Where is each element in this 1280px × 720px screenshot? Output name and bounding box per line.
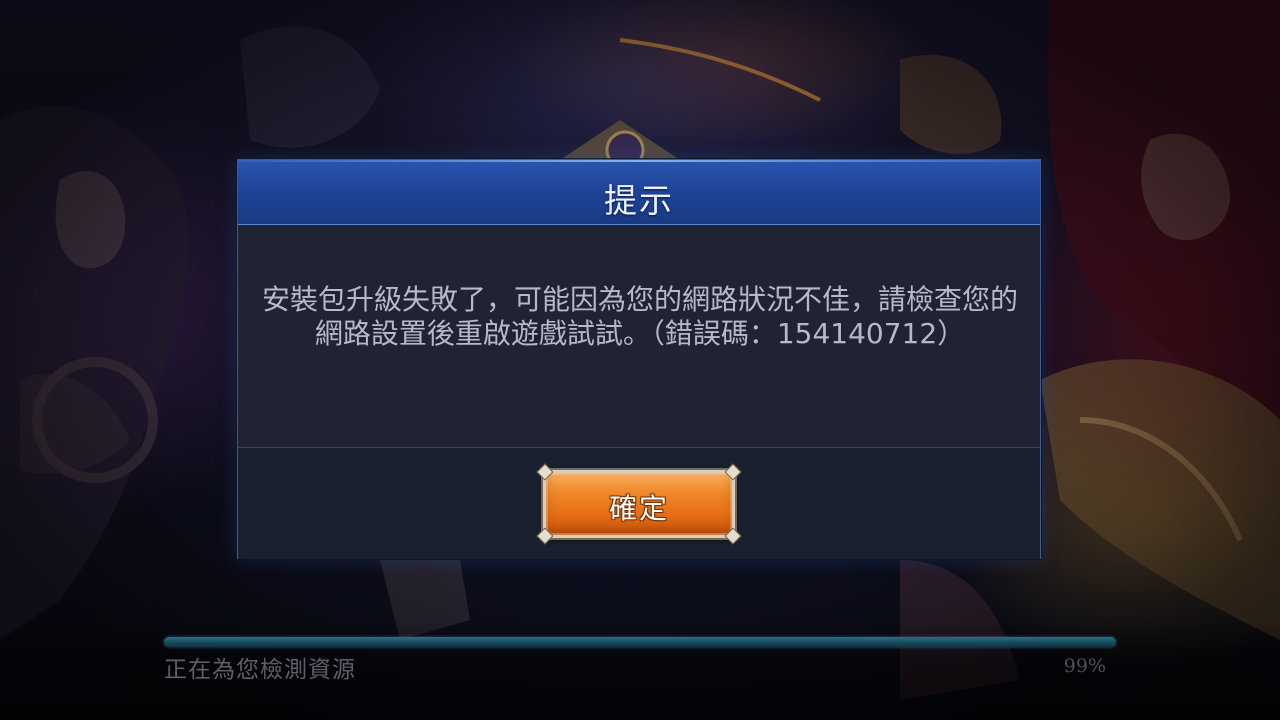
confirm-button[interactable]: 確定 (536, 463, 742, 545)
game-screen: 正在為您檢測資源 99% 提示 安裝包升級失敗了，可能因為您的網路狀況不佳，請檢… (0, 0, 1280, 720)
alert-dialog: 提示 安裝包升級失敗了，可能因為您的網路狀況不佳，請檢查您的網路設置後重啟遊戲試… (237, 159, 1041, 559)
header-highlight (238, 160, 1040, 162)
dialog-footer: 確定 (238, 447, 1040, 559)
button-corner-ornament (536, 463, 554, 481)
dialog-message: 安裝包升級失敗了，可能因為您的網路狀況不佳，請檢查您的網路設置後重啟遊戲試試。（… (262, 283, 1019, 350)
loading-progress-fill (164, 637, 1116, 647)
loading-status-text: 正在為您檢測資源 (164, 657, 356, 683)
dialog-body: 安裝包升級失敗了，可能因為您的網路狀況不佳，請檢查您的網路設置後重啟遊戲試試。（… (238, 225, 1040, 447)
loading-percent: 99% (1063, 655, 1106, 677)
confirm-button-label: 確定 (608, 492, 669, 525)
button-corner-ornament (536, 527, 554, 545)
button-corner-ornament (724, 463, 742, 481)
dialog-header: 提示 (238, 160, 1040, 225)
button-corner-ornament (724, 527, 742, 545)
dialog-title: 提示 (604, 181, 674, 220)
loading-progress-track (164, 637, 1116, 647)
